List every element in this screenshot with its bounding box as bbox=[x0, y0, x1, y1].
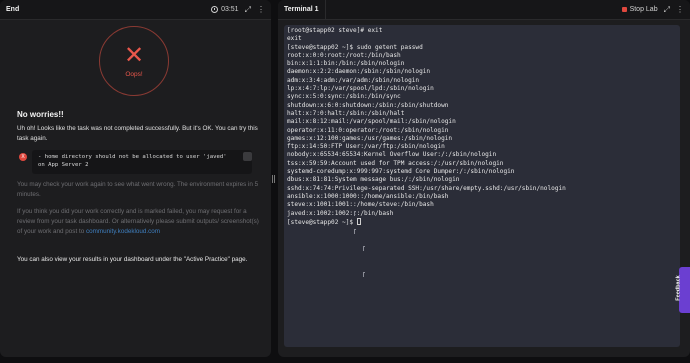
error-badge-icon: X bbox=[19, 153, 27, 161]
dashboard-text: You can also view your results in your d… bbox=[17, 256, 248, 263]
terminal-panel: Terminal 1 Stop Lab ⤢ ⋮ [root@stapp02 st… bbox=[278, 0, 690, 357]
terminal-screen[interactable]: [root@stapp02 steve]# exit exit [steve@sta… bbox=[284, 25, 680, 347]
terminal-line: games:x:12:100:games:/usr/games:/sbin/no… bbox=[287, 134, 453, 142]
timer: 03:51 bbox=[211, 6, 239, 13]
check-work-text: You may check your work again to see wha… bbox=[17, 181, 259, 198]
terminal-line: bin:x:1:1:bin:/bin:/sbin/nologin bbox=[287, 60, 405, 68]
terminal-line: javed:x:1002:1002:::/bin/bash bbox=[287, 209, 394, 217]
terminal-artifact bbox=[354, 229, 356, 234]
terminal-line: sshd:x:74:74:Privilege-separated SSH:/us… bbox=[287, 184, 566, 192]
review-text: If you think you did your work correctly… bbox=[17, 207, 259, 237]
terminal-line: tss:x:59:59:Account used for TPM access:… bbox=[287, 159, 504, 167]
terminal-line: nobody:x:65534:65534:Kernel Overflow Use… bbox=[287, 151, 497, 159]
terminal-line: ftp:x:14:50:FTP User:/var/ftp:/sbin/nolo… bbox=[287, 143, 445, 151]
more-icon[interactable]: ⋮ bbox=[257, 5, 265, 14]
terminal-artifact bbox=[363, 246, 365, 251]
result-message: Uh oh! Looks like the task was not compl… bbox=[17, 125, 258, 142]
result-header-actions: 03:51 ⤢ ⋮ bbox=[211, 5, 265, 15]
stop-lab-button[interactable]: Stop Lab bbox=[621, 6, 658, 13]
expand-icon[interactable]: ⤢ bbox=[245, 5, 251, 15]
terminal-line: halt:x:7:0:halt:/sbin:/sbin/halt bbox=[287, 109, 405, 117]
terminal-line: daemon:x:2:2:daemon:/sbin:/sbin/nologin bbox=[287, 68, 431, 76]
timer-icon bbox=[211, 6, 219, 13]
panel-resize-handle[interactable] bbox=[272, 175, 275, 183]
terminal-line: ansible:x:1000:1000::/home/ansible:/bin/… bbox=[287, 192, 449, 200]
feedback-tab[interactable]: Feedback bbox=[675, 267, 690, 313]
terminal-line: [root@stapp02 steve]# exit bbox=[287, 27, 383, 34]
terminal-line: systemd-coredump:x:999:997:systemd Core … bbox=[287, 168, 515, 176]
terminal-line: mail:x:8:12:mail:/var/spool/mail:/sbin/n… bbox=[287, 118, 456, 126]
terminal-line: [steve@stapp02 ~]$ sudo getent passwd bbox=[287, 43, 423, 51]
terminal-line: root:x:0:0:root:/root:/bin/bash bbox=[287, 51, 401, 59]
terminal-output: [root@stapp02 steve]# exit exit [steve@sta… bbox=[284, 25, 680, 229]
error-text: - home directory should not be allocated… bbox=[32, 150, 252, 174]
terminal-header-actions: Stop Lab ⤢ ⋮ bbox=[621, 5, 684, 15]
terminal-line: dbus:x:81:81:System message bus:/:/sbin/… bbox=[287, 176, 460, 184]
terminal-line: steve:x:1001:1001::/home/steve:/bin/bash bbox=[287, 201, 434, 209]
result-panel-header: End 03:51 ⤢ ⋮ bbox=[0, 0, 271, 20]
terminal-line: exit bbox=[287, 35, 302, 43]
tab-terminal-1[interactable]: Terminal 1 bbox=[278, 0, 326, 20]
result-panel: End 03:51 ⤢ ⋮ ✕ Oops! No worries!! Uh oh… bbox=[0, 0, 271, 357]
result-heading: No worries!! bbox=[17, 110, 64, 119]
community-link[interactable]: community.kodekloud.com bbox=[86, 228, 160, 235]
stop-lab-label: Stop Lab bbox=[629, 6, 658, 13]
terminal-line: shutdown:x:6:0:shutdown:/sbin:/sbin/shut… bbox=[287, 101, 449, 109]
expand-icon[interactable]: ⤢ bbox=[664, 5, 670, 15]
terminal-prompt-line: [steve@stapp02 ~]$ bbox=[287, 217, 677, 227]
copy-icon[interactable] bbox=[243, 152, 252, 161]
terminal-line: sync:x:5:0:sync:/sbin:/bin/sync bbox=[287, 93, 401, 101]
terminal-line: operator:x:11:0:operator:/root:/sbin/nol… bbox=[287, 126, 449, 134]
fail-x-icon: ✕ bbox=[123, 41, 145, 69]
oops-label: Oops! bbox=[125, 70, 143, 78]
terminal-cursor bbox=[356, 217, 361, 225]
tab-end[interactable]: End bbox=[6, 6, 19, 13]
terminal-panel-header: Terminal 1 Stop Lab ⤢ ⋮ bbox=[278, 0, 690, 20]
error-item: X - home directory should not be allocat… bbox=[17, 150, 259, 174]
terminal-prompt: [steve@stapp02 ~]$ bbox=[287, 218, 357, 226]
timer-value: 03:51 bbox=[221, 6, 239, 13]
stop-icon bbox=[621, 7, 627, 12]
terminal-artifact bbox=[363, 272, 365, 277]
terminal-line: lp:x:4:7:lp:/var/spool/lpd:/sbin/nologin bbox=[287, 85, 434, 93]
fail-status-circle: ✕ Oops! bbox=[99, 26, 169, 96]
terminal-line: adm:x:3:4:adm:/var/adm:/sbin/nologin bbox=[287, 76, 420, 84]
more-icon[interactable]: ⋮ bbox=[676, 5, 684, 14]
feedback-label: Feedback bbox=[675, 275, 682, 301]
terminal-artifact bbox=[354, 211, 356, 216]
